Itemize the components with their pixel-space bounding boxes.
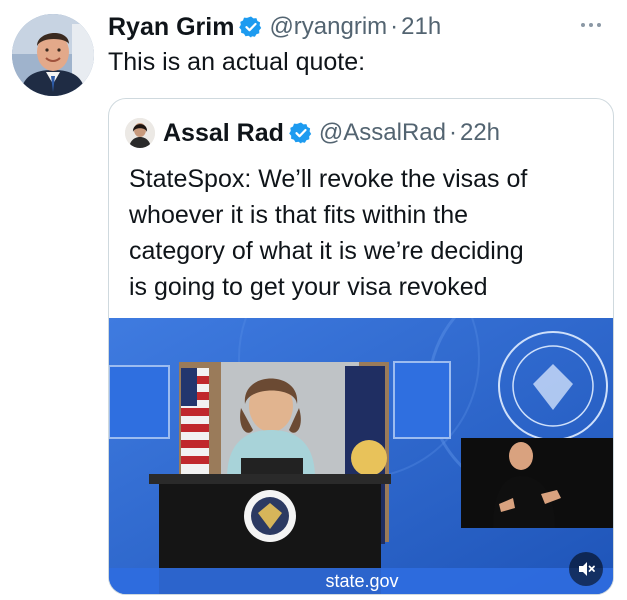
quote-text-line: StateSpox: We’ll revoke the visas of — [129, 165, 528, 193]
quote-author-name[interactable]: Assal Rad — [163, 119, 284, 148]
quoted-tweet[interactable]: Assal Rad @AssalRad · 22h StateSpox: We’… — [108, 98, 614, 595]
quote-author-handle[interactable]: @AssalRad — [319, 119, 446, 147]
author-name[interactable]: Ryan Grim — [108, 13, 234, 42]
verified-badge-icon — [239, 16, 262, 38]
video-source-label[interactable]: state.gov — [109, 566, 613, 594]
author-avatar[interactable] — [12, 14, 94, 96]
tweet-time[interactable]: 21h — [401, 13, 441, 41]
video-frame — [109, 318, 613, 594]
speaker-muted-icon[interactable] — [569, 552, 603, 586]
more-dots-icon[interactable] — [581, 20, 605, 30]
tweet-header: Ryan Grim @ryangrim · 21h — [108, 10, 441, 44]
quote-text: StateSpox: We’ll revoke the visas of who… — [129, 161, 599, 305]
quote-text-line: category of what it is we’re deciding — [129, 237, 524, 265]
separator-dot: · — [448, 119, 457, 146]
person-photo-icon — [12, 14, 94, 96]
tweet-text: This is an actual quote: — [108, 48, 366, 76]
quote-text-line: is going to get your visa revoked — [129, 273, 488, 301]
person-photo-icon — [125, 118, 155, 148]
quote-time[interactable]: 22h — [460, 119, 500, 147]
verified-badge-icon — [289, 122, 312, 144]
author-handle[interactable]: @ryangrim — [269, 13, 387, 41]
tweet[interactable]: Ryan Grim @ryangrim · 21h This is an act… — [0, 0, 627, 600]
quote-avatar[interactable] — [125, 118, 155, 148]
quote-text-line: whoever it is that fits within the — [129, 201, 469, 229]
quote-header: Assal Rad @AssalRad · 22h — [125, 117, 500, 149]
separator-dot: · — [390, 13, 399, 40]
video-player[interactable]: state.gov — [109, 318, 613, 594]
